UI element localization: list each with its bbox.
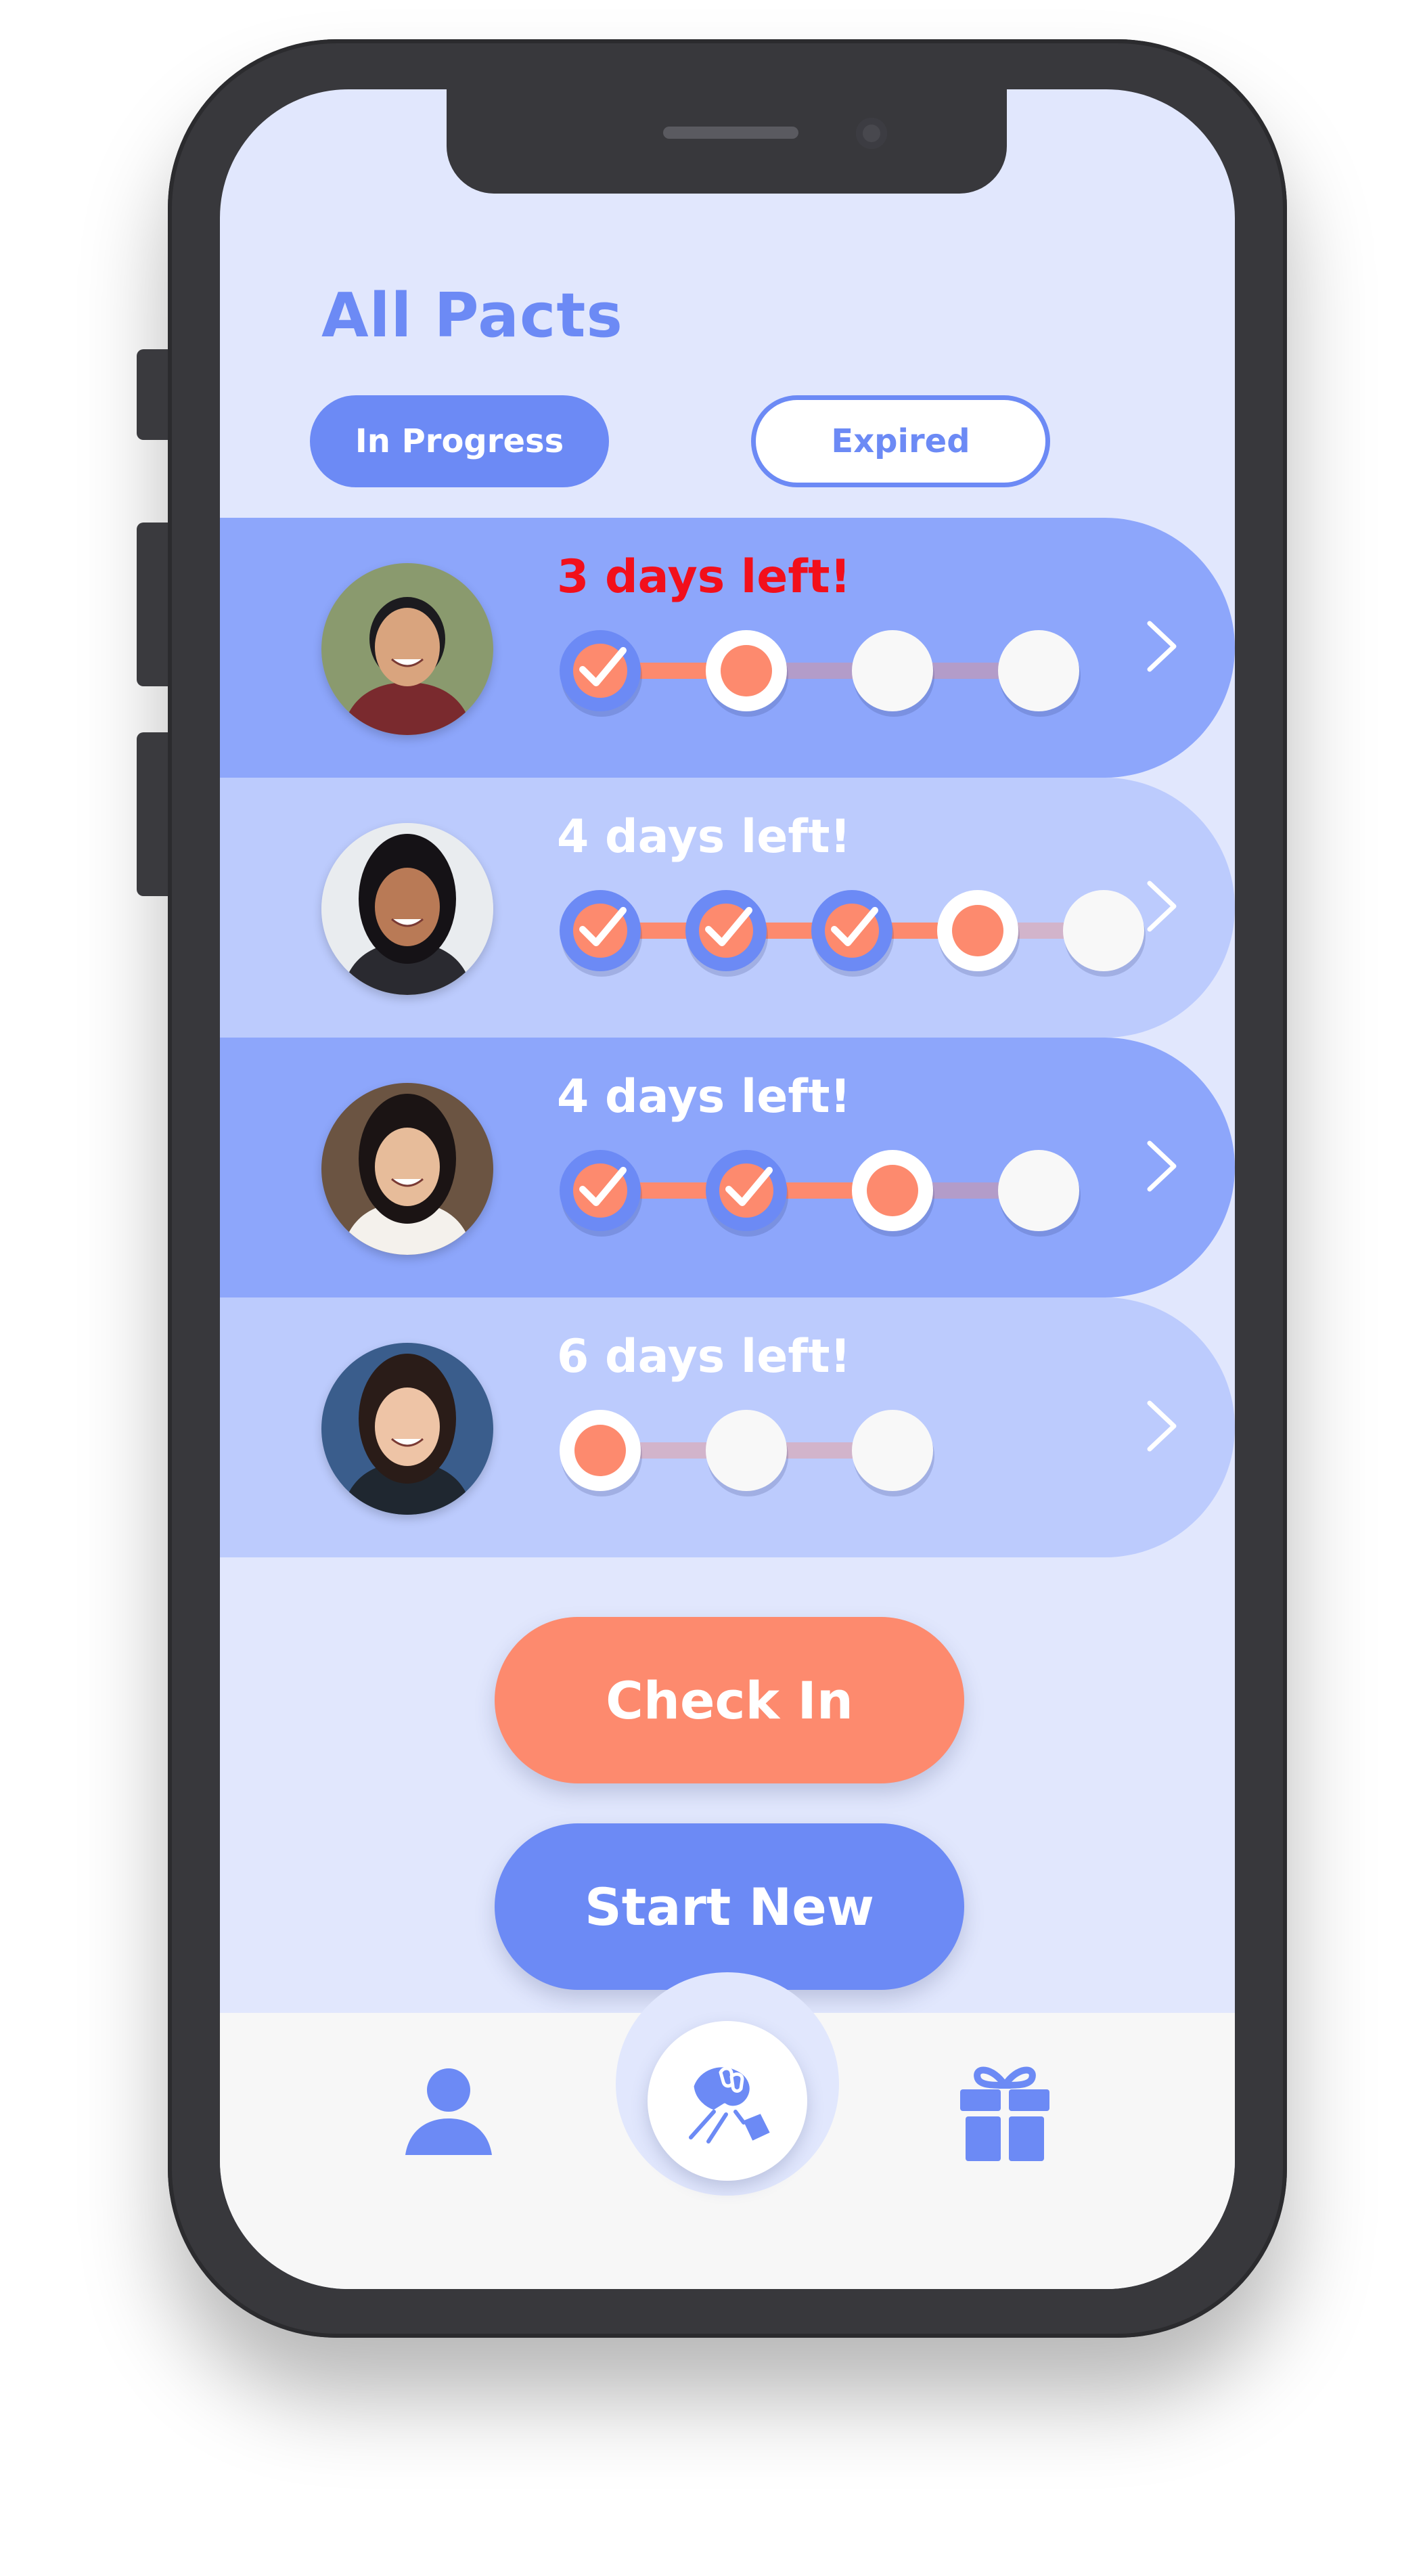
avatar [321, 1083, 493, 1255]
progress-step-current [937, 890, 1020, 977]
avatar-photo [321, 1083, 493, 1255]
page-title: All Pacts [321, 280, 623, 351]
days-left-label: 3 days left! [557, 550, 851, 604]
progress-step-done [560, 890, 642, 977]
avatar-face [375, 1128, 440, 1206]
progress-step-todo [852, 1410, 934, 1496]
chevron-right-icon [1147, 621, 1177, 672]
handshake-icon [689, 2064, 774, 2145]
front-camera [856, 118, 887, 149]
avatar-face [375, 868, 440, 946]
tab-expired[interactable]: Expired [751, 395, 1050, 487]
speaker [663, 127, 798, 139]
nav-profile-button[interactable] [403, 2066, 495, 2158]
progress-step-done [560, 1150, 642, 1237]
step-dot [852, 630, 933, 711]
avatar-face [375, 1387, 440, 1466]
avatar-photo [321, 1343, 493, 1515]
progress-step-todo [706, 1410, 788, 1496]
pact-row[interactable]: 4 days left! [220, 1038, 1235, 1297]
phone-side-button [137, 349, 168, 440]
step-dot [952, 905, 1003, 956]
phone-side-button [137, 523, 168, 686]
gift-icon [960, 2066, 1049, 2161]
step-dot [998, 630, 1079, 711]
days-left-label: 4 days left! [557, 1070, 851, 1124]
phone-frame: All Pacts In Progress Expired 3 days lef… [137, 39, 1287, 2338]
pact-row[interactable]: 6 days left! [220, 1297, 1235, 1557]
start-new-button[interactable]: Start New [495, 1823, 964, 1990]
step-dot [998, 1150, 1079, 1231]
progress-step-todo [852, 630, 934, 717]
pact-row[interactable]: 4 days left! [220, 778, 1235, 1038]
days-left-label: 6 days left! [557, 1330, 851, 1383]
step-dot [721, 645, 772, 696]
progress-step-done [560, 630, 642, 717]
progress-track [560, 1150, 1081, 1237]
tab-in-progress[interactable]: In Progress [310, 395, 609, 487]
chevron-right-icon [1147, 1400, 1177, 1452]
progress-step-current [706, 630, 788, 717]
progress-step-current [852, 1150, 934, 1237]
progress-step-todo [998, 1150, 1081, 1237]
step-dot [852, 1410, 933, 1491]
progress-track [560, 630, 1081, 717]
progress-step-todo [1063, 890, 1146, 977]
avatar-face [375, 608, 440, 686]
app-screen: All Pacts In Progress Expired 3 days lef… [220, 89, 1235, 2289]
chevron-right-icon [1147, 1140, 1177, 1192]
step-dot [1063, 890, 1144, 971]
phone-side-button [137, 732, 168, 896]
avatar-photo [321, 823, 493, 995]
nav-pacts-button[interactable] [648, 2021, 807, 2181]
step-dot [867, 1165, 918, 1216]
progress-step-current [560, 1410, 642, 1496]
chevron-stroke [1147, 1400, 1177, 1452]
nav-rewards-button[interactable] [957, 2062, 1052, 2164]
avatar-photo [321, 563, 493, 735]
progress-track [560, 1410, 934, 1496]
chevron-stroke [1147, 881, 1177, 932]
step-dot [706, 1410, 787, 1491]
person-icon [405, 2068, 492, 2155]
progress-step-done [706, 1150, 788, 1237]
avatar [321, 563, 493, 735]
step-dot [574, 1425, 626, 1476]
days-left-label: 4 days left! [557, 810, 851, 864]
chevron-stroke [1147, 621, 1177, 672]
progress-step-todo [998, 630, 1081, 717]
avatar [321, 1343, 493, 1515]
notch [447, 89, 1007, 194]
chevron-stroke [1147, 1140, 1177, 1192]
progress-step-done [685, 890, 768, 977]
chevron-right-icon [1147, 881, 1177, 932]
avatar [321, 823, 493, 995]
progress-step-done [811, 890, 894, 977]
check-in-button[interactable]: Check In [495, 1617, 964, 1783]
pact-row[interactable]: 3 days left! [220, 518, 1235, 778]
progress-track [560, 890, 1146, 977]
